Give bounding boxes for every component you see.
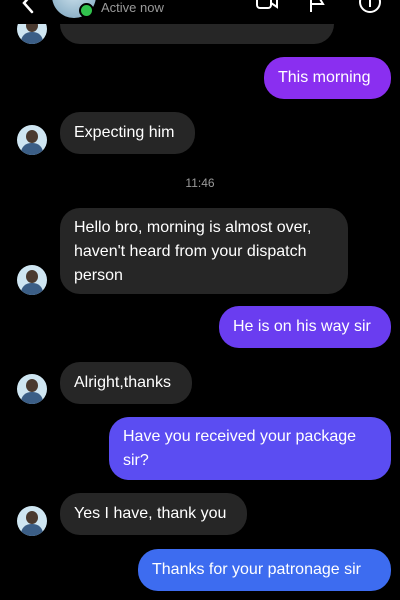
incoming-message[interactable]: Alright,thanks xyxy=(60,362,192,404)
outgoing-message[interactable]: He is on his way sir xyxy=(219,306,391,348)
video-call-icon[interactable] xyxy=(255,0,279,14)
contact-avatar[interactable] xyxy=(17,506,47,536)
flag-icon[interactable] xyxy=(305,0,329,14)
outgoing-message[interactable]: Have you received your package sir? xyxy=(109,417,391,480)
outgoing-message[interactable]: Thanks for your patronage sir xyxy=(138,549,391,591)
incoming-message[interactable]: Expecting him xyxy=(60,112,195,154)
message-timestamp: 11:46 xyxy=(185,176,215,190)
online-indicator xyxy=(79,3,94,18)
incoming-message[interactable]: Hello bro, morning is almost over, haven… xyxy=(60,208,348,294)
chat-header: Active now xyxy=(0,0,400,24)
info-icon[interactable] xyxy=(358,0,382,14)
contact-avatar[interactable] xyxy=(17,265,47,295)
contact-avatar[interactable] xyxy=(17,125,47,155)
outgoing-message[interactable]: This morning xyxy=(264,57,391,99)
incoming-message[interactable]: Yes I have, thank you xyxy=(60,493,247,535)
active-status: Active now xyxy=(101,0,164,15)
contact-avatar[interactable] xyxy=(17,374,47,404)
back-arrow-icon[interactable] xyxy=(18,0,40,14)
